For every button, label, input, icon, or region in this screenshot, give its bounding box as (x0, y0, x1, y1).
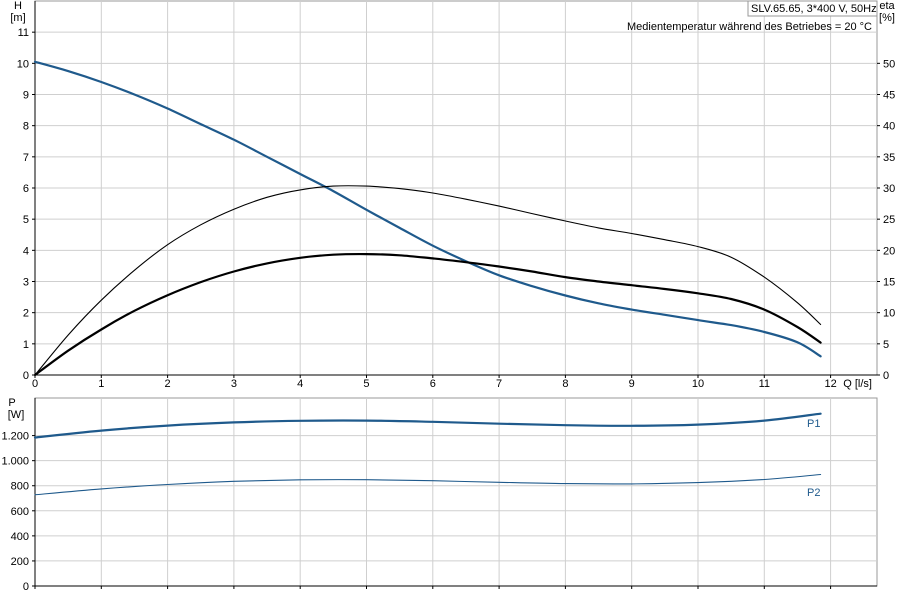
upper-y-tick-label: 8 (23, 121, 29, 133)
upper-y2-tick-label: 30 (883, 183, 895, 195)
upper-y2-tick-label: 5 (883, 339, 889, 351)
power-axis-label: P (8, 397, 15, 409)
lower-y-tick-label: 400 (11, 531, 29, 543)
chart-subtitle: Medientemperatur während des Betriebes =… (627, 21, 872, 33)
lower-y-tick-label: 200 (11, 556, 29, 568)
upper-y-tick-label: 9 (23, 90, 29, 102)
upper-y2-tick-label: 10 (883, 308, 895, 320)
upper-x-tick-label: 6 (430, 378, 436, 390)
upper-y2-tick-label: 15 (883, 277, 895, 289)
lower-series-line-1 (34, 473, 822, 496)
lower-y-tick-label: 600 (11, 506, 29, 518)
upper-y-tick-label: 6 (23, 183, 29, 195)
upper-x-tick-label: 9 (629, 378, 635, 390)
upper-y-tick-label: 1 (23, 339, 29, 351)
power-axis-unit: [W] (8, 409, 25, 421)
upper-y-tick-label: 10 (17, 58, 29, 70)
pump-curve-chart: 0 1 2 3 4 5 6 7 8 9 10 11 12012345678910110510152025… (1, 0, 896, 593)
upper-series-line-2 (34, 185, 822, 376)
upper-x-tick-label: 4 (297, 378, 303, 390)
y2-axis-unit: [%] (879, 12, 895, 24)
x-axis-label: Q [l/s] (843, 378, 872, 390)
lower-y-tick-label: 800 (11, 481, 29, 493)
upper-y-tick-label: 7 (23, 152, 29, 164)
upper-x-tick-label: 12 (824, 378, 836, 390)
upper-tick-labels: 0 1 2 3 4 5 6 7 8 9 10 11 12012345678910110510152025… (17, 27, 896, 390)
y-axis-label: H (14, 0, 22, 12)
upper-x-tick-label: 8 (562, 378, 568, 390)
upper-y2-tick-label: 20 (883, 245, 895, 257)
upper-y-tick-label: 3 (23, 277, 29, 289)
upper-x-tick-label: 3 (231, 378, 237, 390)
upper-series-group (33, 60, 822, 377)
upper-y2-tick-label: 25 (883, 214, 895, 226)
upper-series-line-0 (33, 60, 822, 358)
upper-x-tick-label: 10 (692, 378, 704, 390)
lower-series-group (33, 412, 822, 496)
upper-grid (32, 1, 880, 378)
lower-y-tick-label: 0 (23, 581, 29, 593)
upper-x-tick-label: 11 (759, 378, 770, 390)
series-label-p1: P1 (807, 418, 820, 430)
series-label-p2: P2 (807, 487, 820, 499)
chart-title: SLV.65.65, 3*400 V, 50Hz (751, 3, 877, 15)
upper-x-tick-label: 2 (165, 378, 171, 390)
upper-x-tick-label: 0 (32, 378, 38, 390)
upper-y-tick-label: 4 (23, 245, 29, 257)
upper-y2-tick-label: 40 (883, 121, 895, 133)
y-axis-unit: [m] (10, 12, 25, 24)
upper-x-tick-label: 7 (496, 378, 502, 390)
upper-y-tick-label: 11 (18, 27, 29, 39)
lower-tick-labels: 0 200 400 600 800 1.000 1.200 (1, 431, 29, 593)
upper-x-tick-label: 1 (98, 378, 104, 390)
y2-axis-label: eta (879, 0, 895, 12)
lower-y-tick-label: 1.200 (1, 431, 29, 443)
upper-y-tick-label: 2 (23, 308, 29, 320)
lower-y-tick-label: 1.000 (1, 456, 29, 468)
upper-y2-tick-label: 35 (883, 152, 895, 164)
upper-y-tick-label: 0 (23, 370, 29, 382)
upper-y2-tick-label: 45 (883, 90, 895, 102)
upper-y2-tick-label: 50 (883, 58, 895, 70)
upper-series-line-1 (33, 252, 822, 377)
upper-y-tick-label: 5 (23, 214, 29, 226)
upper-x-tick-label: 5 (363, 378, 369, 390)
upper-y2-tick-label: 0 (883, 370, 889, 382)
lower-series-line-0 (33, 412, 822, 439)
